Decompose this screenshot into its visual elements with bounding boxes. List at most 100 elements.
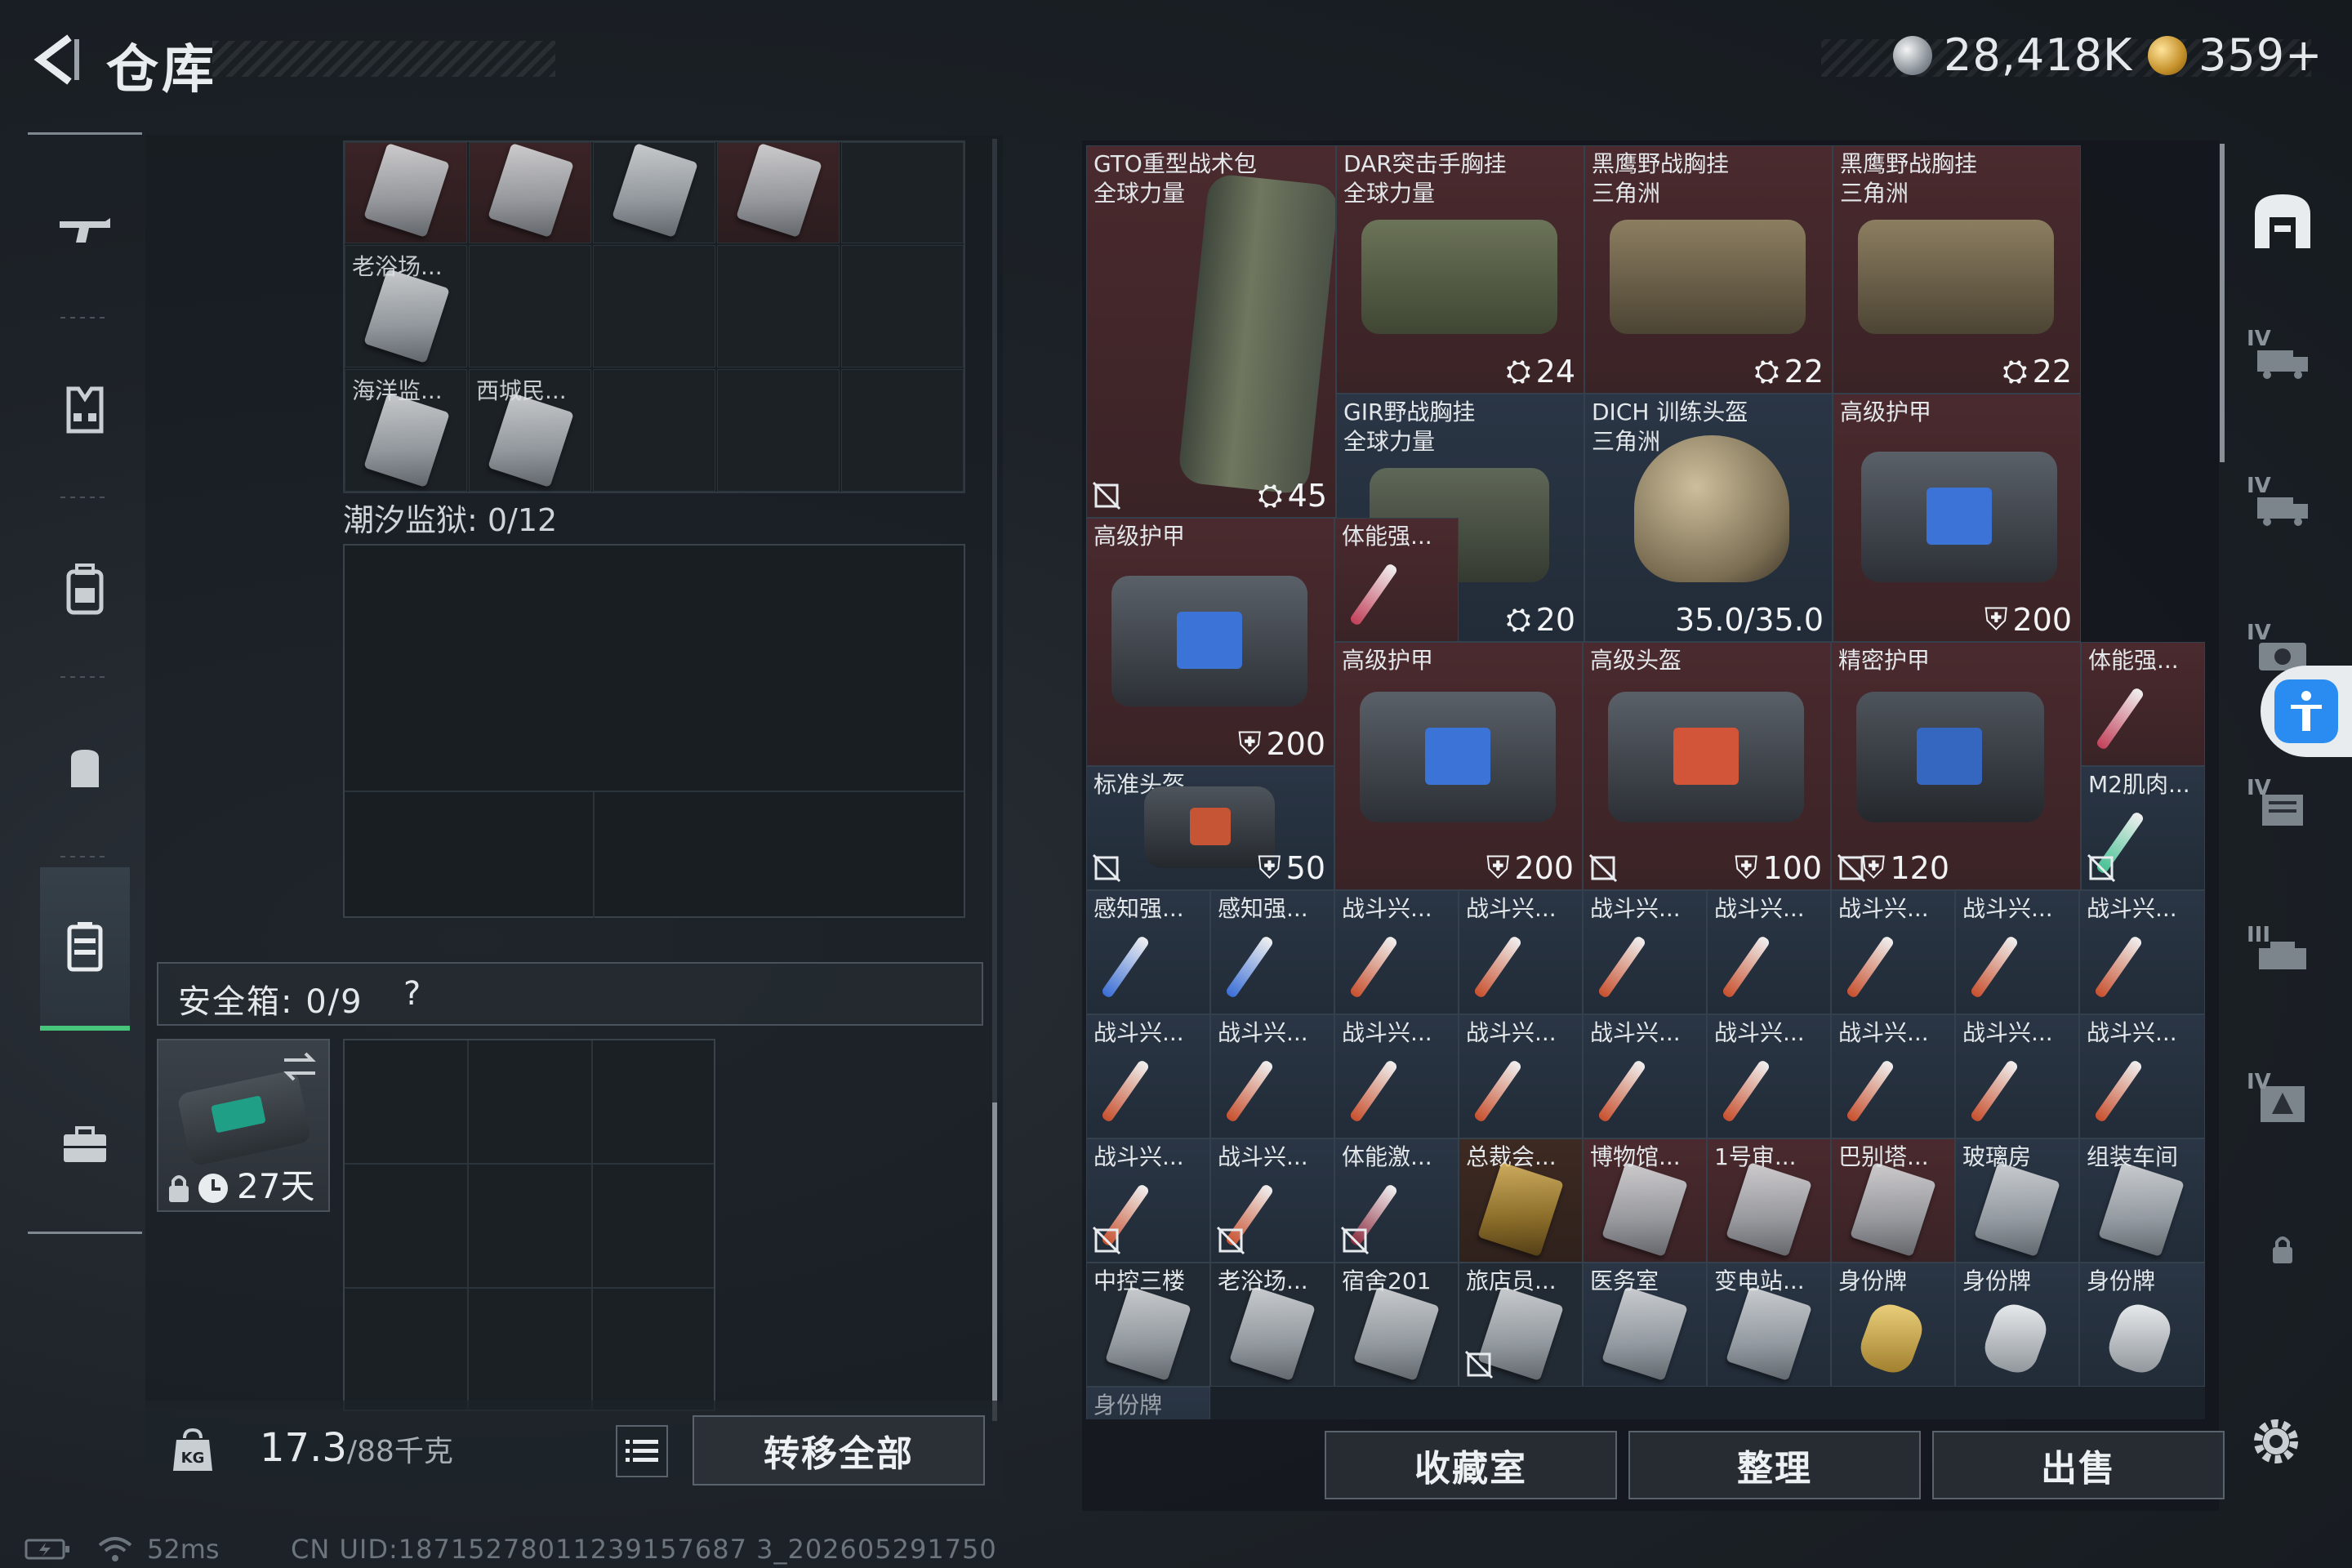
list-view-button[interactable]	[616, 1425, 668, 1477]
rail-item-warehouse[interactable]	[2242, 180, 2323, 261]
grid-cell[interactable]	[345, 142, 467, 243]
inventory-item-chest-rig[interactable]: DAR突击手胸挂 全球力量 ⛭ 24	[1336, 145, 1584, 394]
rail-item-backpack[interactable]	[40, 541, 130, 639]
grid-cell[interactable]	[717, 245, 840, 368]
grid-cell[interactable]	[593, 245, 715, 368]
inventory-item-injector[interactable]: 体能强...	[1334, 518, 1459, 642]
inventory-item-injector[interactable]: M2肌肉...	[2081, 766, 2205, 890]
inventory-item-injector[interactable]: 战斗兴...	[1831, 1014, 1955, 1138]
inventory-item-injector[interactable]: 战斗兴...	[1955, 890, 2079, 1014]
gold-currency[interactable]: 359+	[2148, 29, 2323, 81]
inventory-item-helmet[interactable]: 高级头盔 ⛨ 100	[1583, 642, 1831, 890]
inventory-item-keycard[interactable]: 总裁会...	[1459, 1138, 1583, 1263]
grid-cell-card[interactable]: 老浴场...	[345, 245, 467, 368]
rail-item-weapon[interactable]	[40, 181, 130, 279]
rail-item-pouch[interactable]	[40, 720, 130, 818]
grid-cell[interactable]	[841, 142, 964, 243]
prison-grid[interactable]	[343, 544, 965, 918]
inventory-item-keycard[interactable]: 玻璃房	[1955, 1138, 2079, 1263]
inventory-item-dogtag[interactable]: 身份牌	[2079, 1263, 2205, 1387]
inventory-item-keycard[interactable]: 1号审...	[1707, 1138, 1831, 1263]
inventory-item-injector[interactable]: 战斗兴...	[1334, 1014, 1459, 1138]
stash-scroll-thumb[interactable]	[992, 1102, 997, 1421]
inventory-scrollbar[interactable]	[2220, 144, 2225, 462]
inventory-item-dogtag[interactable]: 身份牌	[1086, 1387, 1210, 1419]
inventory-item-injector[interactable]: 战斗兴...	[1707, 890, 1831, 1014]
inventory-item-injector[interactable]: 战斗兴...	[1583, 1014, 1707, 1138]
inventory-item-injector[interactable]: 战斗兴...	[2079, 1014, 2205, 1138]
inventory-item-injector[interactable]: 战斗兴...	[1459, 890, 1583, 1014]
inventory-item-injector[interactable]: 战斗兴...	[1459, 1014, 1583, 1138]
rail-item-locked[interactable]	[2242, 1209, 2323, 1290]
inventory-item-injector[interactable]: 感知强...	[1086, 890, 1210, 1014]
grid-cell[interactable]	[593, 142, 715, 243]
inventory-item-helmet[interactable]: 标准头盔 ⛨ 50	[1086, 766, 1334, 890]
capacity-icon: ⛭	[1258, 477, 1283, 513]
grid-cell[interactable]	[841, 245, 964, 368]
collection-room-button[interactable]: 收藏室	[1325, 1431, 1617, 1499]
grid-cell-card[interactable]: 西城民...	[469, 369, 591, 492]
rail-item-briefcase[interactable]	[40, 1096, 130, 1194]
inventory-item-keycard[interactable]: 组装车间	[2079, 1138, 2205, 1263]
inventory-item-injector[interactable]: 体能强...	[2081, 642, 2205, 766]
rail-item-vest[interactable]	[40, 361, 130, 459]
grid-cell[interactable]	[593, 369, 715, 492]
inventory-item-injector[interactable]: 战斗兴...	[1210, 1138, 1334, 1263]
inventory-item-injector[interactable]: 战斗兴...	[1086, 1138, 1210, 1263]
inventory-item-injector[interactable]: 感知强...	[1210, 890, 1334, 1014]
inventory-item-injector[interactable]: 战斗兴...	[2079, 890, 2205, 1014]
grid-cell[interactable]	[469, 245, 591, 368]
inventory-item-injector[interactable]: 战斗兴...	[1583, 890, 1707, 1014]
inventory-item-injector[interactable]: 体能激...	[1334, 1138, 1459, 1263]
inventory-item-keycard[interactable]: 中控三楼	[1086, 1263, 1210, 1387]
grid-cell[interactable]	[841, 369, 964, 492]
accessibility-button[interactable]	[2261, 666, 2352, 757]
rail-item-safe-case[interactable]	[40, 867, 130, 1031]
safebox-grid[interactable]	[343, 1039, 715, 1411]
inventory-item-dogtag[interactable]: 身份牌	[1955, 1263, 2079, 1387]
inventory-item-helmet[interactable]: DICH 训练头盔 三角洲 35.0/35.0	[1584, 394, 1833, 642]
inventory-item-keycard[interactable]: 老浴场...	[1210, 1263, 1334, 1387]
grid-cell[interactable]	[717, 369, 840, 492]
inventory-item-armor[interactable]: 高级护甲 ⛨ 200	[1086, 518, 1334, 766]
arrange-button[interactable]: 整理	[1628, 1431, 1921, 1499]
inventory-item-dogtag[interactable]: 身份牌	[1831, 1263, 1955, 1387]
rail-item-container-4[interactable]: IV	[2242, 768, 2323, 849]
rail-item-container-1[interactable]: IV	[2242, 318, 2323, 400]
sell-button[interactable]: 出售	[1932, 1431, 2225, 1499]
inventory-item-injector[interactable]: 战斗兴...	[1086, 1014, 1210, 1138]
inventory-item-keycard[interactable]: 医务室	[1583, 1263, 1707, 1387]
rail-item-container-2[interactable]: IV	[2242, 466, 2323, 547]
settings-gear-icon[interactable]	[2246, 1411, 2306, 1472]
inventory-item-armor[interactable]: 高级护甲 ⛨ 200	[1833, 394, 2081, 642]
swap-icon[interactable]	[281, 1050, 318, 1083]
inventory-item-injector[interactable]: 战斗兴...	[1831, 890, 1955, 1014]
inventory-item-chest-rig[interactable]: 黑鹰野战胸挂 三角洲 ⛭ 22	[1584, 145, 1833, 394]
inventory-item-keycard[interactable]: 变电站...	[1707, 1263, 1831, 1387]
rail-item-container-6[interactable]: IV	[2242, 1062, 2323, 1143]
safebox-item[interactable]: 27天	[157, 1039, 330, 1212]
back-button[interactable]	[24, 31, 90, 88]
inventory-item-keycard[interactable]: 博物馆...	[1583, 1138, 1707, 1263]
inventory-item-injector[interactable]: 战斗兴...	[1707, 1014, 1831, 1138]
inventory-item-armor[interactable]: 精密护甲 ⛨ 120	[1831, 642, 2081, 890]
inventory-item-injector[interactable]: 战斗兴...	[1210, 1014, 1334, 1138]
help-icon[interactable]: ?	[403, 975, 421, 1013]
stash-scrollbar[interactable]	[992, 139, 997, 1421]
inventory-item-armor[interactable]: 高级护甲 ⛨ 200	[1334, 642, 1583, 890]
inventory-item-injector[interactable]: 战斗兴...	[1334, 890, 1459, 1014]
inventory-item-chest-rig[interactable]: 黑鹰野战胸挂 三角洲 ⛭ 22	[1833, 145, 2081, 394]
inventory-item-keycard[interactable]: 旅店员...	[1459, 1263, 1583, 1387]
grid-cell[interactable]	[469, 142, 591, 243]
inventory-item-keycard[interactable]: 宿舍201	[1334, 1263, 1459, 1387]
item-badge: ⛭ 45	[1258, 477, 1327, 514]
transfer-all-button[interactable]: 转移全部	[693, 1415, 985, 1486]
injector-image	[1224, 934, 1275, 1000]
rail-item-container-5[interactable]: III	[2242, 915, 2323, 996]
grid-cell-card[interactable]: 海洋监...	[345, 369, 467, 492]
grid-cell[interactable]	[717, 142, 840, 243]
inventory-item-keycard[interactable]: 巴别塔...	[1831, 1138, 1955, 1263]
inventory-item-backpack[interactable]: GTO重型战术包 全球力量 ⛭ 45	[1086, 145, 1336, 518]
inventory-item-injector[interactable]: 战斗兴...	[1955, 1014, 2079, 1138]
item-label: 感知强...	[1218, 895, 1308, 922]
